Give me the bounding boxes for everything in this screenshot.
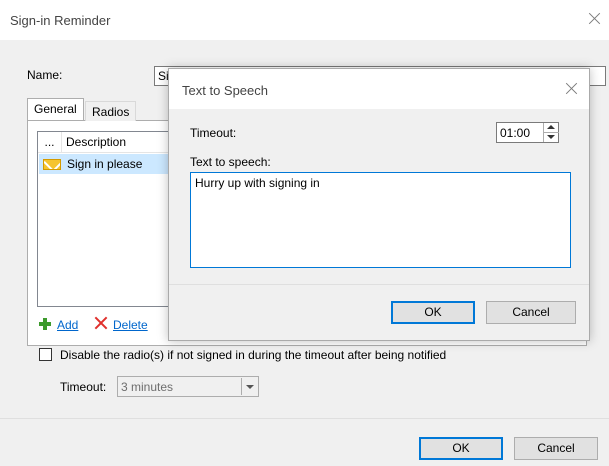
list-header: ... Description <box>38 132 176 153</box>
tts-timeout-label: Timeout: <box>190 126 237 140</box>
dialog-title: Sign-in Reminder <box>10 13 111 28</box>
spinner-buttons <box>543 123 559 142</box>
tts-text-input[interactable]: Hurry up with signing in <box>190 172 571 268</box>
cancel-button[interactable]: Cancel <box>514 437 598 460</box>
tts-timeout-value[interactable]: 01:00 <box>500 126 530 140</box>
add-link[interactable]: Add <box>57 318 78 332</box>
delete-link[interactable]: Delete <box>113 318 148 332</box>
list-item[interactable]: Sign in please <box>39 154 176 174</box>
spinner-up-icon[interactable] <box>544 123 559 133</box>
reminder-list[interactable]: ... Description Sign in please <box>37 131 177 307</box>
disable-radio-label[interactable]: Disable the radio(s) if not signed in du… <box>60 348 446 362</box>
tts-title-bar: Text to Speech <box>169 69 589 109</box>
text-to-speech-dialog: Text to Speech Timeout: 01:00 Text to sp… <box>168 68 590 341</box>
spinner-down-icon[interactable] <box>544 133 559 142</box>
tab-radios[interactable]: Radios <box>85 101 137 121</box>
tts-text-label: Text to speech: <box>190 155 271 169</box>
column-header-dots[interactable]: ... <box>38 132 62 152</box>
envelope-icon <box>43 159 61 170</box>
add-icon[interactable] <box>39 318 51 330</box>
tab-general[interactable]: General <box>27 98 84 120</box>
ok-button[interactable]: OK <box>419 437 503 460</box>
timeout-label: Timeout: <box>60 380 107 394</box>
timeout-select[interactable]: 3 minutes <box>117 376 259 397</box>
disable-radio-checkbox[interactable] <box>39 348 52 361</box>
close-icon[interactable] <box>585 9 605 29</box>
list-item-description: Sign in please <box>67 157 143 171</box>
title-bar: Sign-in Reminder <box>0 0 609 40</box>
tts-cancel-button[interactable]: Cancel <box>486 301 576 324</box>
name-label: Name: <box>27 68 63 82</box>
tts-timeout-spinner[interactable]: 01:00 <box>496 122 559 143</box>
column-header-description[interactable]: Description <box>66 132 126 152</box>
tts-ok-button[interactable]: OK <box>391 301 475 324</box>
footer-divider <box>0 418 609 419</box>
close-icon[interactable] <box>562 79 582 99</box>
tts-dialog-title: Text to Speech <box>182 83 268 98</box>
timeout-select-value: 3 minutes <box>121 380 174 394</box>
chevron-down-icon[interactable] <box>241 378 258 395</box>
delete-icon[interactable] <box>94 316 108 330</box>
tts-footer-divider <box>169 284 589 285</box>
